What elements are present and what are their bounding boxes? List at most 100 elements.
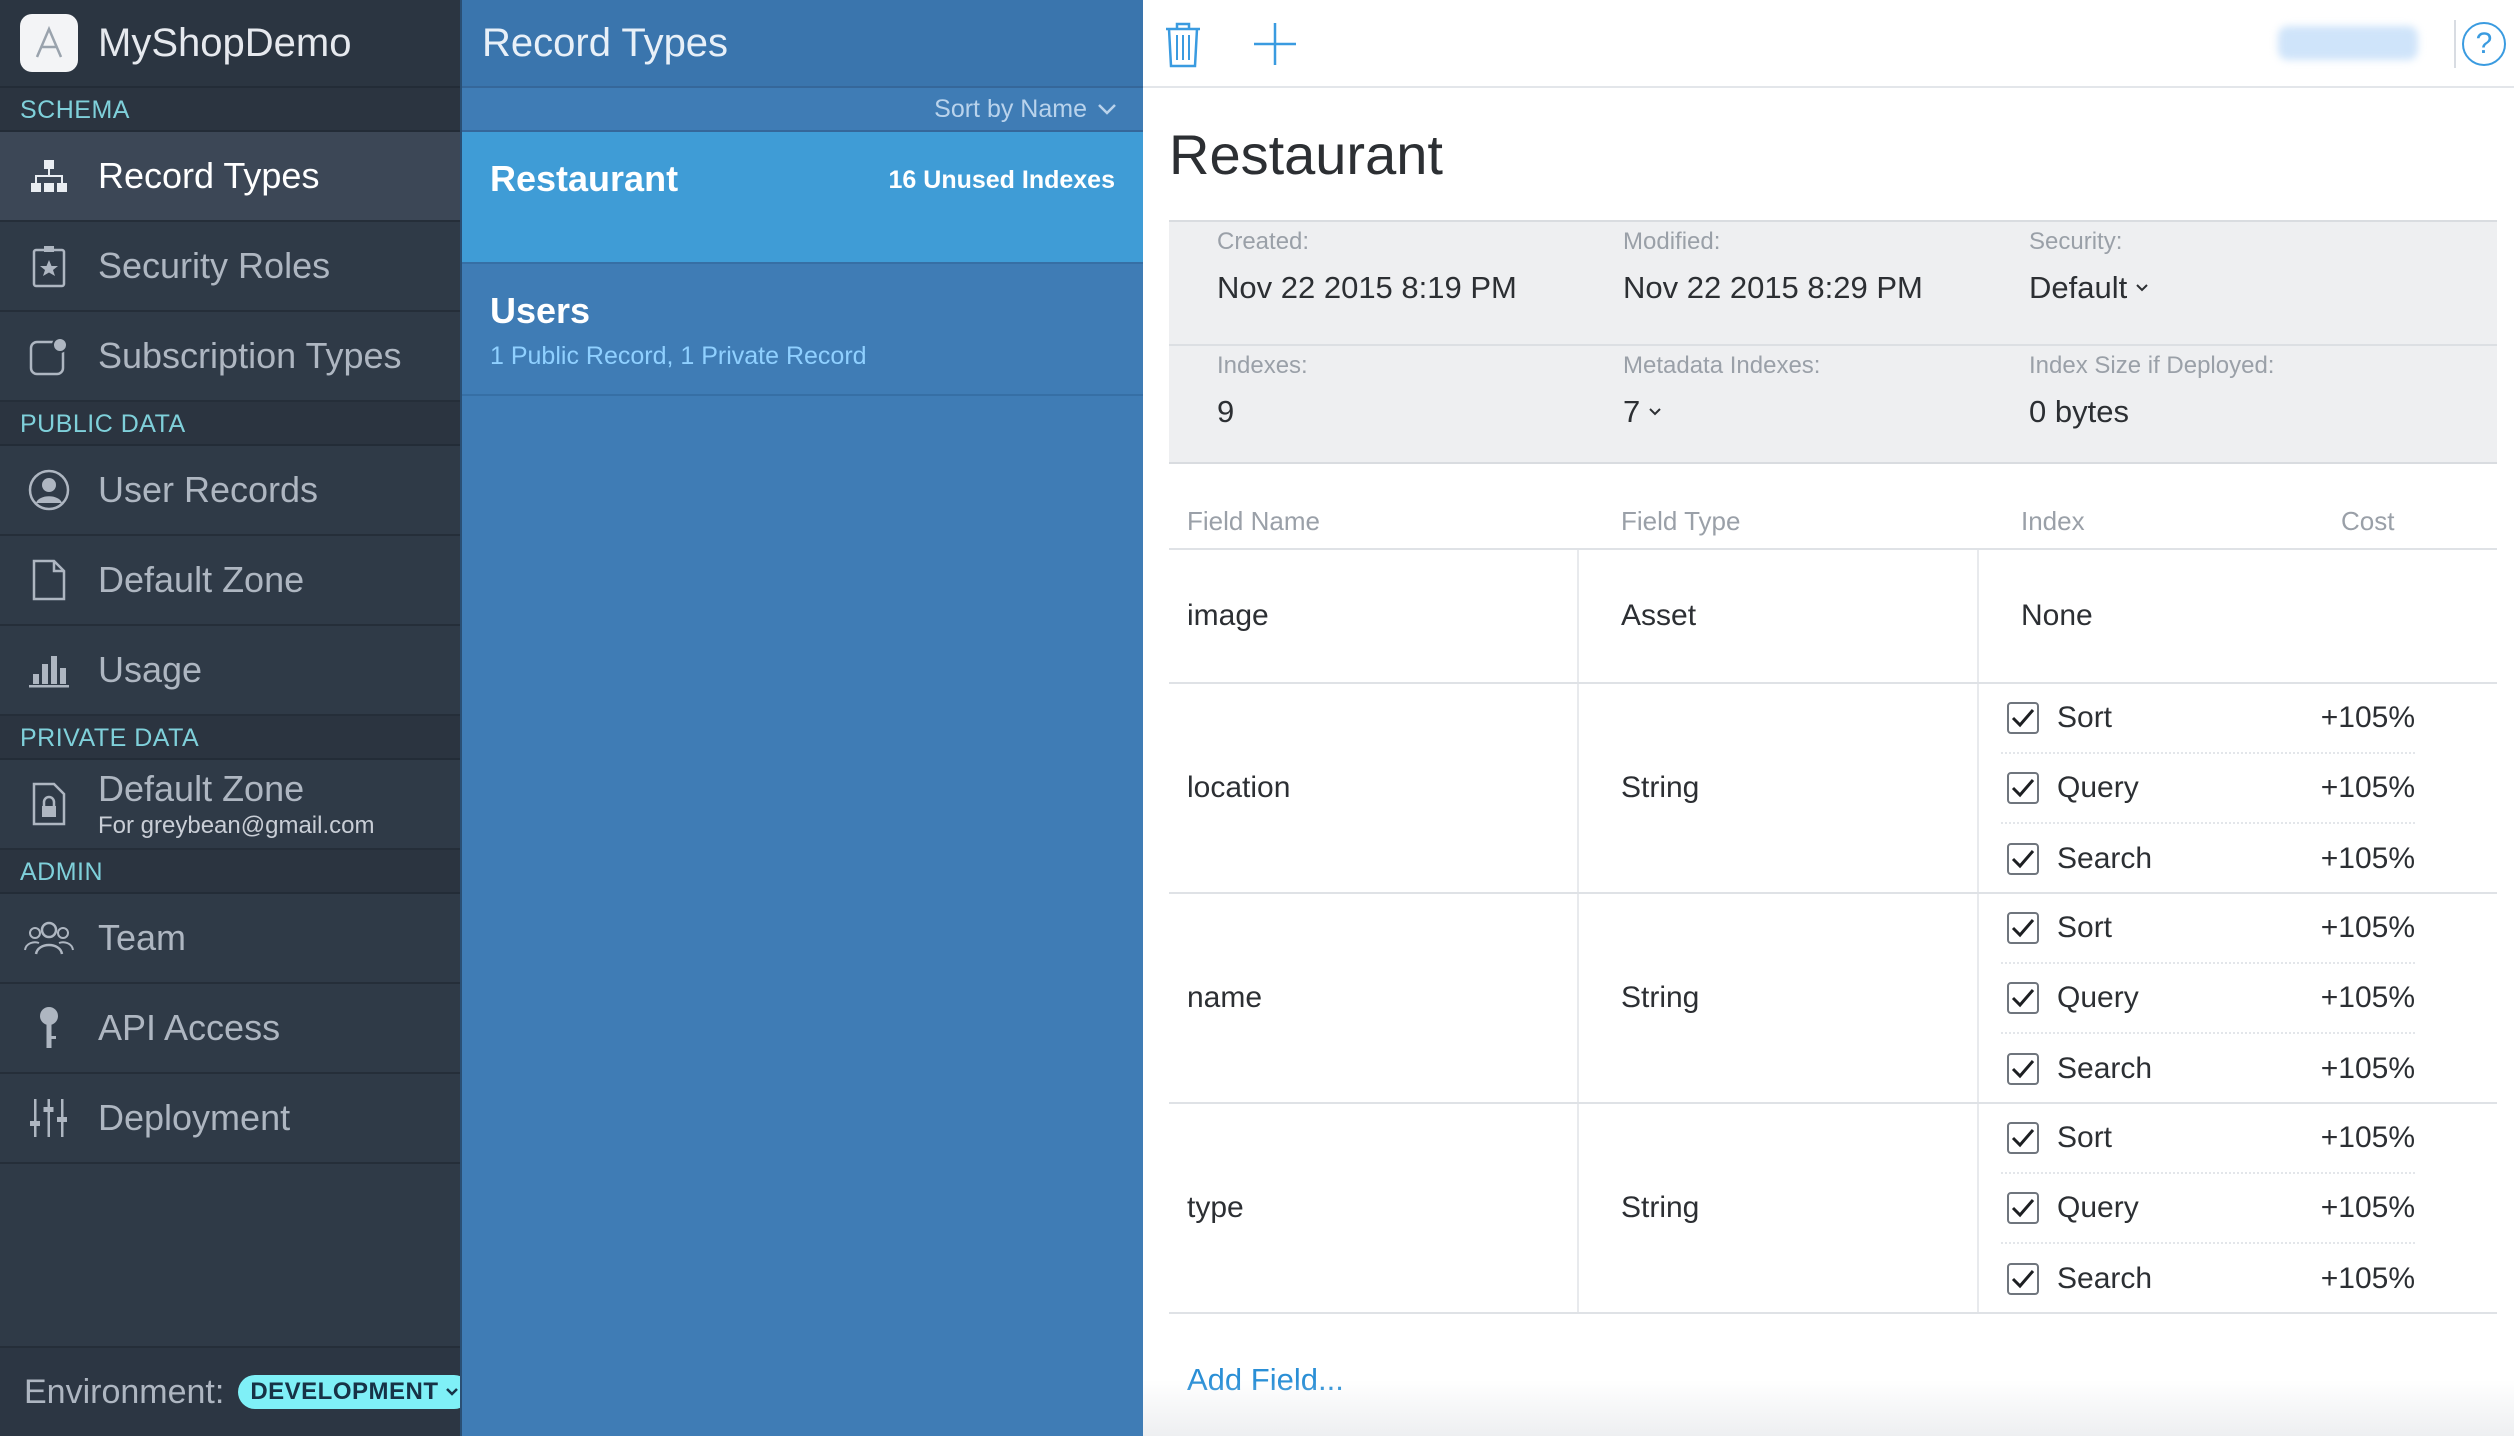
chevron-down-icon [1098,104,1116,115]
metadata-indexes-label: Metadata Indexes: [1623,352,1821,379]
toolbar-divider [2454,20,2456,68]
index-option-search[interactable]: Search +105% [2001,1034,2415,1104]
sliders-icon [0,1097,98,1139]
metadata-row: Created: Nov 22 2015 8:19 PM Modified: N… [1169,222,2497,342]
index-option-search[interactable]: Search +105% [2001,824,2415,894]
table-row[interactable]: image Asset None [1169,550,2497,684]
index-cost: +105% [2320,981,2415,1014]
sidebar-item-label: Record Types [98,155,320,196]
record-subtitle: 1 Public Record, 1 Private Record [490,342,867,370]
sidebar-item-subscription-types[interactable]: Subscription Types [0,312,460,402]
subscription-icon [0,336,98,376]
app-name[interactable]: MyShopDemo [98,21,351,66]
sidebar-item-team[interactable]: Team [0,894,460,984]
column-field-type[interactable]: Field Type [1621,506,1740,537]
checkbox[interactable] [2007,1053,2039,1085]
index-name: Search [2057,1262,2153,1295]
sidebar-item-security-roles[interactable]: Security Roles [0,222,460,312]
delete-button[interactable] [1153,14,1213,74]
metadata-indexes-value: 7 [1623,394,1641,429]
section-schema: SCHEMA [0,88,460,132]
environment-selector[interactable]: DEVELOPMENT [238,1375,471,1409]
list-item-restaurant[interactable]: Restaurant 16 Unused Indexes [462,132,1143,264]
column-index[interactable]: Index [2021,506,2085,537]
indexes-label: Indexes: [1217,352,1308,379]
app-header: MyShopDemo [0,0,460,88]
sidebar-item-default-zone-public[interactable]: Default Zone [0,536,460,626]
created-label: Created: [1217,228,1310,255]
sidebar-item-text: Default Zone For greybean@gmail.com [98,768,374,840]
modified-cell: Modified: Nov 22 2015 8:29 PM [1623,222,1923,306]
metadata-indexes-dropdown[interactable]: 7 [1623,394,1820,430]
sidebar-item-label: Default Zone [98,559,305,600]
index-option-query[interactable]: Query +105% [2001,964,2415,1034]
user-menu[interactable] [2278,26,2418,60]
index-option-search[interactable]: Search +105% [2001,1244,2415,1314]
sidebar: MyShopDemo SCHEMA Record Types Security … [0,0,471,1436]
column-field-name[interactable]: Field Name [1187,506,1320,537]
bar-chart-icon [0,652,98,688]
index-cost: +105% [2320,1191,2415,1224]
help-button[interactable]: ? [2462,22,2506,66]
sidebar-item-label: Team [98,917,187,958]
table-row[interactable]: name String Sort +105% Query +105% Searc… [1169,894,2497,1104]
modified-value: Nov 22 2015 8:29 PM [1623,270,1923,305]
checkbox[interactable] [2007,1263,2039,1295]
checkbox[interactable] [2007,1192,2039,1224]
index-option-sort[interactable]: Sort +105% [2001,684,2415,754]
sidebar-item-label: Security Roles [98,245,331,286]
badge-star-icon [0,244,98,288]
sort-label: Sort by Name [934,94,1087,123]
sidebar-item-user-records[interactable]: User Records [0,446,460,536]
checkbox[interactable] [2007,772,2039,804]
created-cell: Created: Nov 22 2015 8:19 PM [1217,222,1517,306]
index-cost: +105% [2320,842,2415,875]
column-cost[interactable]: Cost [2341,506,2394,537]
key-icon [0,1006,98,1050]
list-item-users[interactable]: Users 1 Public Record, 1 Private Record [462,264,1143,396]
checkmark-icon [2011,1199,2035,1218]
sidebar-item-subtitle: For greybean@gmail.com [98,812,375,839]
checkbox[interactable] [2007,702,2039,734]
detail-toolbar: ? [1143,0,2514,88]
index-option-sort[interactable]: Sort +105% [2001,1104,2415,1174]
index-cost: +105% [2320,1262,2415,1295]
checkbox[interactable] [2007,912,2039,944]
sidebar-item-label: Usage [98,649,203,690]
team-icon [0,920,98,956]
index-cost: +105% [2320,1052,2415,1085]
index-option-query[interactable]: Query +105% [2001,754,2415,824]
sidebar-item-deployment[interactable]: Deployment [0,1074,460,1164]
checkbox[interactable] [2007,982,2039,1014]
bottom-fade [1143,1380,2514,1436]
index-name: Search [2057,842,2153,875]
sidebar-item-usage[interactable]: Usage [0,626,460,716]
column-divider [1977,550,1979,682]
security-cell: Security: Default [2029,222,2149,306]
sidebar-item-record-types[interactable]: Record Types [0,132,460,222]
checkmark-icon [2011,850,2035,869]
table-row[interactable]: location String Sort +105% Query +105% S… [1169,684,2497,894]
chevron-down-icon [445,1388,458,1396]
index-name: Sort [2057,701,2113,734]
sort-dropdown[interactable]: Sort by Name [462,88,1143,132]
chevron-down-icon [2136,284,2148,292]
checkbox[interactable] [2007,843,2039,875]
sidebar-item-label: API Access [98,1007,281,1048]
security-value: Default [2029,270,2128,305]
checkmark-icon [2011,1129,2035,1148]
table-row[interactable]: type String Sort +105% Query +105% Searc… [1169,1104,2497,1314]
sidebar-item-default-zone-private[interactable]: Default Zone For greybean@gmail.com [0,760,460,850]
checkbox[interactable] [2007,1122,2039,1154]
field-name: image [1187,599,1269,632]
environment-label: Environment: [24,1372,225,1411]
document-icon [0,559,98,601]
index-cost: +105% [2320,1121,2415,1154]
sidebar-item-api-access[interactable]: API Access [0,984,460,1074]
add-button[interactable] [1245,14,1305,74]
index-option-sort[interactable]: Sort +105% [2001,894,2415,964]
environment-value: DEVELOPMENT [250,1378,439,1405]
index-option-query[interactable]: Query +105% [2001,1174,2415,1244]
security-dropdown[interactable]: Default [2029,270,2149,306]
hierarchy-icon [0,158,98,194]
